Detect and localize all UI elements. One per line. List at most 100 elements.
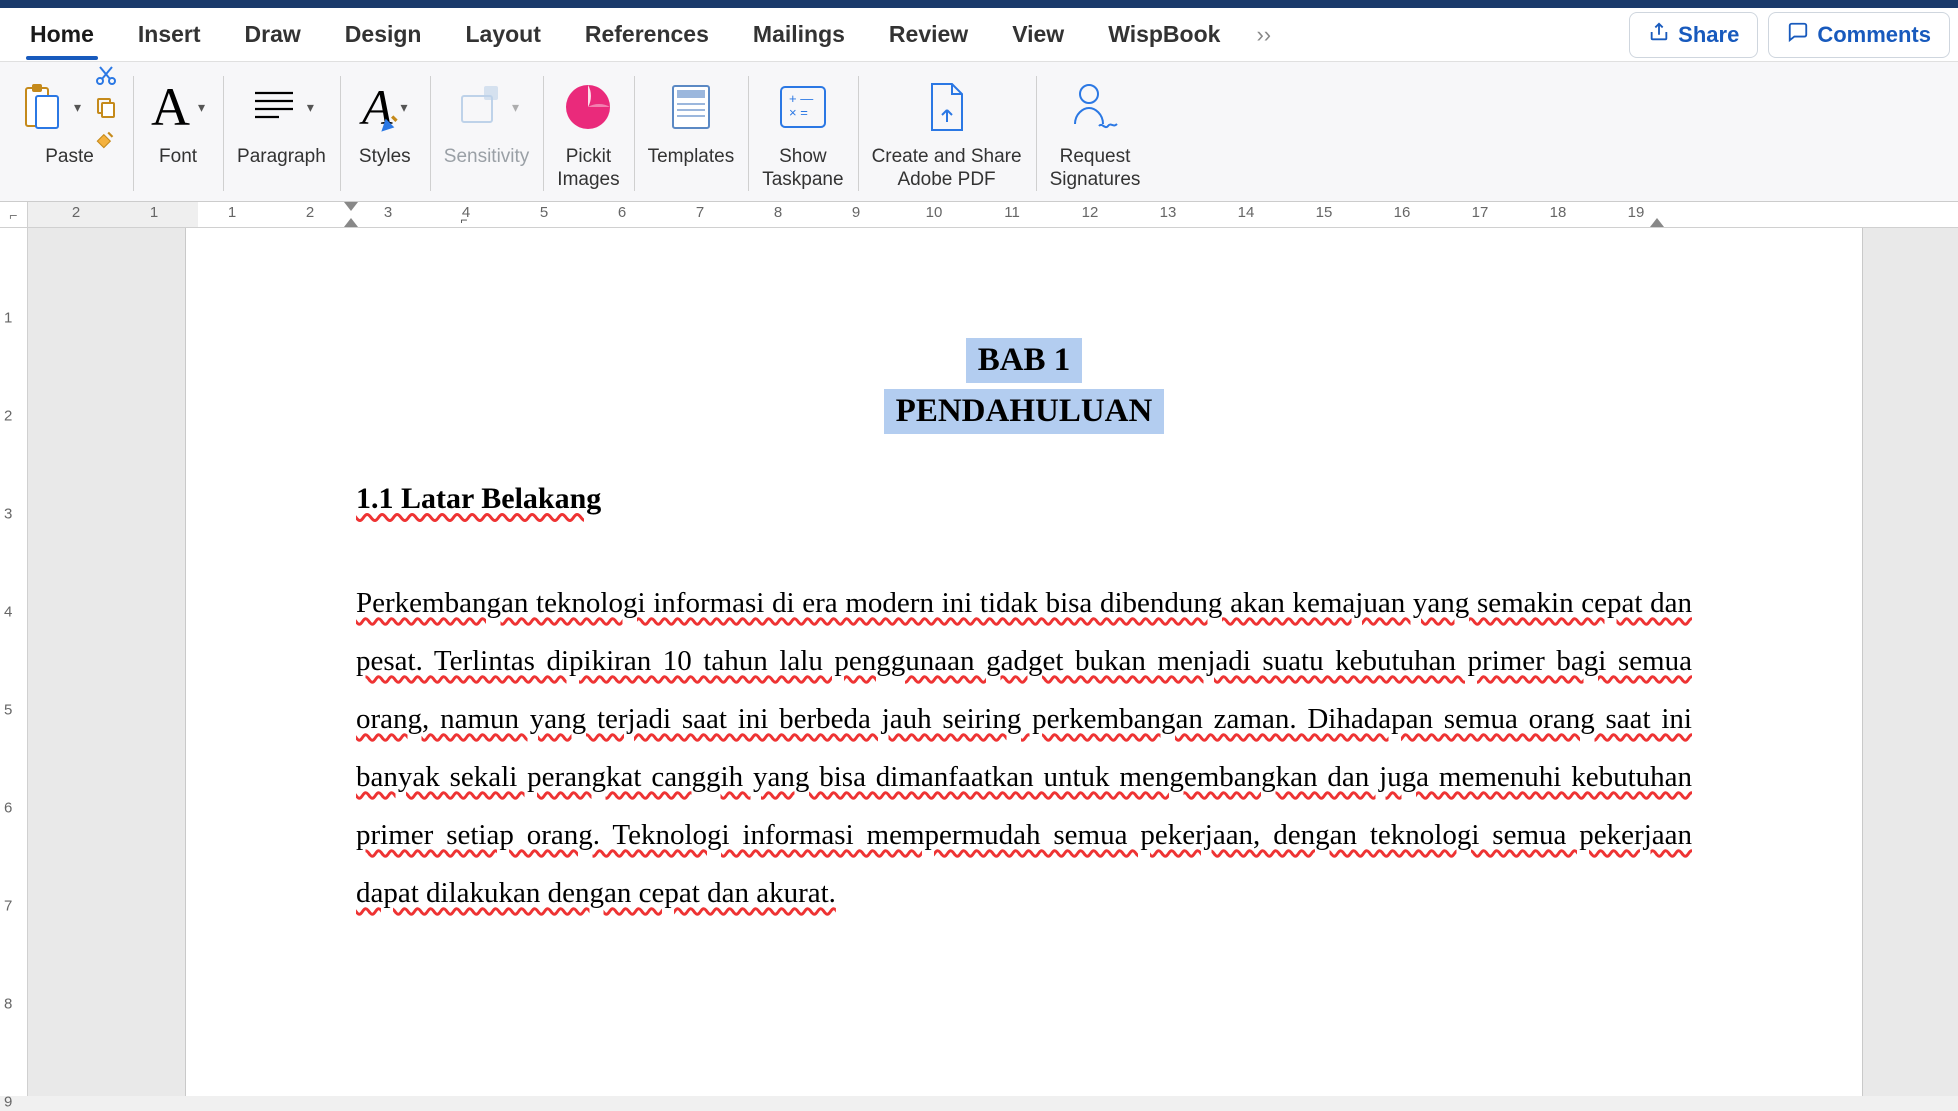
ruler-mark: 12 <box>1082 204 1099 221</box>
document-area: 123456789 BAB 1 PENDAHULUAN 1.1 Latar Be… <box>0 228 1958 1096</box>
ruler-mark: 1 <box>228 204 236 221</box>
ribbon-group-adobe-pdf: Create and ShareAdobe PDF <box>858 66 1036 201</box>
ribbon-group-taskpane: + —× = ShowTaskpane <box>748 66 857 201</box>
tab-draw[interactable]: Draw <box>223 11 323 58</box>
tab-view[interactable]: View <box>990 11 1086 58</box>
ribbon-group-clipboard: ▾ Paste <box>6 66 133 201</box>
tab-home[interactable]: Home <box>8 11 116 58</box>
ribbon-group-templates: Templates <box>634 66 749 201</box>
pickit-icon[interactable] <box>562 81 614 133</box>
ribbon-label-pickit: PickitImages <box>557 146 619 192</box>
ruler-mark: 2 <box>72 204 80 221</box>
share-icon <box>1648 21 1670 49</box>
ruler-mark: 16 <box>1394 204 1411 221</box>
comments-label: Comments <box>1817 22 1931 48</box>
ruler-mark: 7 <box>4 898 12 915</box>
share-label: Share <box>1678 22 1739 48</box>
ruler-mark: 2 <box>306 204 314 221</box>
doc-paragraph[interactable]: Perkembangan teknologi informasi di era … <box>356 574 1692 922</box>
ribbon-group-sensitivity: ▾ Sensitivity <box>430 66 544 201</box>
doc-subheading[interactable]: 1.1 Latar Belakang <box>356 482 1692 516</box>
svg-text:+ —: + — <box>789 91 813 106</box>
adobe-pdf-icon[interactable] <box>922 80 972 134</box>
tab-review[interactable]: Review <box>867 11 990 58</box>
styles-icon[interactable]: A <box>362 82 393 132</box>
ruler-mark: 14 <box>1238 204 1255 221</box>
ruler-mark: 2 <box>4 408 12 425</box>
ribbon-label-adobe: Create and ShareAdobe PDF <box>872 146 1022 192</box>
chevron-down-icon[interactable]: ▾ <box>307 99 314 116</box>
ruler-row: ⌐ 2112345678910111213141516171819⌐ <box>0 202 1958 228</box>
ruler-mark: 9 <box>4 1094 12 1111</box>
tab-design[interactable]: Design <box>323 11 444 58</box>
ruler-mark: 9 <box>852 204 860 221</box>
ruler-mark: 11 <box>1004 204 1020 221</box>
templates-icon[interactable] <box>667 82 715 132</box>
ribbon-group-signatures: RequestSignatures <box>1036 66 1155 201</box>
ribbon-label-signatures: RequestSignatures <box>1050 146 1141 192</box>
ribbon-label-paragraph: Paragraph <box>237 146 326 169</box>
ribbon-group-paragraph: ▾ Paragraph <box>223 66 340 201</box>
ribbon-label-sensitivity: Sensitivity <box>444 146 530 169</box>
ruler-mark: 18 <box>1550 204 1567 221</box>
ruler-mark: 15 <box>1316 204 1333 221</box>
ruler-mark: 6 <box>618 204 626 221</box>
ruler-mark: 5 <box>4 702 12 719</box>
ruler-mark: 1 <box>150 204 158 221</box>
window-titlebar <box>0 0 1958 8</box>
ruler-mark: 5 <box>540 204 548 221</box>
ribbon-group-pickit: PickitImages <box>543 66 633 201</box>
chevron-down-icon[interactable]: ▾ <box>198 99 205 116</box>
ruler-corner-icon[interactable]: ⌐ <box>0 202 28 228</box>
copy-icon[interactable] <box>93 94 119 120</box>
font-icon[interactable]: A <box>151 80 190 134</box>
ribbon-label-taskpane: ShowTaskpane <box>762 146 843 192</box>
paste-icon[interactable] <box>20 82 66 132</box>
horizontal-ruler[interactable]: 2112345678910111213141516171819⌐ <box>28 202 1958 227</box>
tab-layout[interactable]: Layout <box>443 11 562 58</box>
format-painter-icon[interactable] <box>93 126 119 152</box>
sensitivity-icon <box>454 82 504 132</box>
ribbon-label-font: Font <box>159 146 197 169</box>
paragraph-icon[interactable] <box>249 87 299 127</box>
cut-icon[interactable] <box>93 62 119 88</box>
chapter-heading: BAB 1 PENDAHULUAN <box>356 338 1692 434</box>
svg-text:× =: × = <box>789 105 808 120</box>
tab-wispbook[interactable]: WispBook <box>1086 11 1242 58</box>
ribbon-group-styles: A ▾ Styles <box>340 66 430 201</box>
ruler-mark: 8 <box>4 996 12 1013</box>
ruler-mark: 3 <box>4 506 12 523</box>
chevron-down-icon: ▾ <box>512 99 519 116</box>
tab-insert[interactable]: Insert <box>116 11 223 58</box>
taskpane-icon[interactable]: + —× = <box>777 83 829 131</box>
ruler-mark: 8 <box>774 204 782 221</box>
ribbon-label-templates: Templates <box>648 146 735 169</box>
ruler-mark: 17 <box>1472 204 1489 221</box>
ruler-mark: 3 <box>384 204 392 221</box>
ruler-mark: 4 <box>4 604 12 621</box>
ribbon: ▾ Paste A ▾ Font ▾ Paragraph A <box>0 62 1958 202</box>
share-button[interactable]: Share <box>1629 12 1758 58</box>
chevron-down-icon[interactable]: ▾ <box>74 99 81 116</box>
vertical-ruler[interactable]: 123456789 <box>0 228 28 1096</box>
doc-title-line1[interactable]: BAB 1 <box>966 338 1083 383</box>
ruler-mark: 19 <box>1628 204 1645 221</box>
ribbon-label-styles: Styles <box>359 146 411 169</box>
tabs-overflow-icon[interactable]: ›› <box>1242 22 1285 48</box>
comment-icon <box>1787 21 1809 49</box>
ruler-mark: 6 <box>4 800 12 817</box>
ribbon-tabs: Home Insert Draw Design Layout Reference… <box>0 8 1958 62</box>
page[interactable]: BAB 1 PENDAHULUAN 1.1 Latar Belakang Per… <box>186 228 1862 1096</box>
comments-button[interactable]: Comments <box>1768 12 1950 58</box>
ruler-mark: 13 <box>1160 204 1177 221</box>
ribbon-label-paste: Paste <box>45 146 94 169</box>
document-canvas[interactable]: BAB 1 PENDAHULUAN 1.1 Latar Belakang Per… <box>28 228 1958 1096</box>
ribbon-group-font: A ▾ Font <box>133 66 223 201</box>
ruler-mark: 1 <box>4 310 12 327</box>
tab-mailings[interactable]: Mailings <box>731 11 867 58</box>
doc-title-line2[interactable]: PENDAHULUAN <box>884 389 1165 434</box>
signature-icon[interactable] <box>1067 80 1123 134</box>
ruler-mark: 7 <box>696 204 704 221</box>
ruler-mark: 10 <box>926 204 943 221</box>
tab-references[interactable]: References <box>563 11 731 58</box>
